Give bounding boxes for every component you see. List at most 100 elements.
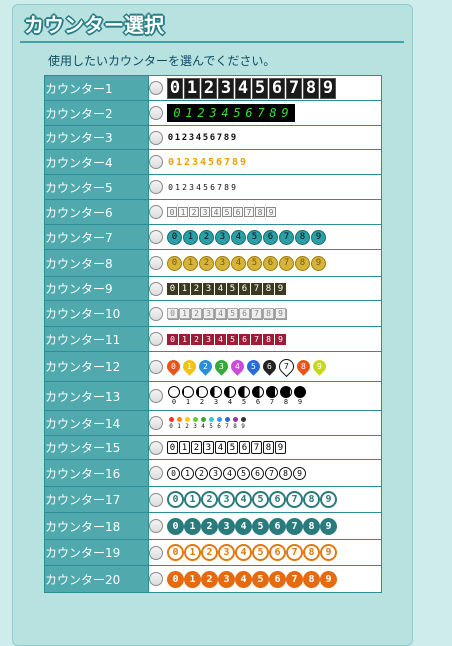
counter-radio[interactable]: [149, 440, 163, 455]
counter-radio[interactable]: [149, 306, 163, 321]
counter-label: カウンター15: [44, 435, 149, 460]
counter-digit: 9: [266, 207, 276, 217]
counter-radio[interactable]: [149, 359, 163, 374]
counter-digit: 5: [247, 255, 262, 271]
counter-radio[interactable]: [149, 205, 163, 219]
counter-digit: 3: [203, 308, 214, 319]
counter-row: カウンター4 0 1 2 3 4 5 6 7 8 9: [44, 149, 382, 175]
counter-digit: 2: [201, 491, 218, 508]
counter-digit: 5: [227, 282, 238, 295]
counter-digit: 4: [235, 77, 251, 99]
counter-radio[interactable]: [149, 106, 163, 120]
counter-option: 0123456789: [148, 174, 382, 200]
counter-preview: 0123456789: [167, 104, 295, 122]
counter-radio[interactable]: [149, 572, 163, 586]
counter-option: 0123456789: [148, 249, 382, 277]
counter-preview: 0123456789: [167, 229, 327, 245]
counter-digit: 9: [320, 77, 336, 99]
title-divider: [20, 41, 404, 43]
counter-digit: 9: [311, 229, 326, 245]
counter-digit: 3: [215, 229, 230, 245]
counter-digit: 0: [167, 570, 184, 588]
counter-digit: 5: [207, 156, 215, 168]
counter-digit: 9: [293, 466, 306, 480]
counter-digit: 8: [303, 77, 319, 99]
counter-digit: 2: [196, 357, 215, 376]
counter-label: カウンター14: [44, 410, 149, 436]
counter-radio[interactable]: [149, 230, 163, 244]
counter-radio[interactable]: [149, 180, 163, 194]
counter-radio[interactable]: [149, 466, 163, 480]
counter-digit: 7: [217, 182, 222, 192]
counter-digit: 2: [182, 182, 187, 192]
counter-digit: 8: [231, 416, 239, 430]
counter-digit: 5: [203, 182, 208, 192]
counter-digit: 2: [183, 416, 191, 430]
counter-row: カウンター2 0 1 2 3 4 5 6 7 8 9: [44, 100, 382, 126]
counter-digit: 2: [201, 517, 218, 535]
counter-digit: 1: [175, 416, 183, 430]
counter-digit: 1: [184, 570, 201, 588]
counter-digit: 7: [244, 207, 254, 217]
counter-digit: 4: [199, 156, 207, 168]
counter-preview: 0123456789: [167, 133, 237, 143]
counter-radio[interactable]: [149, 389, 163, 403]
counter-radio[interactable]: [149, 130, 163, 145]
counter-row: カウンター3 0 1 2 3 4 5 6 7 8 9: [44, 125, 382, 150]
counter-digit: 9: [320, 544, 337, 561]
counter-row: カウンター16 0 1 2 3 4 5 6 7 8 9: [44, 459, 382, 487]
counter-digit: 1: [175, 156, 183, 168]
counter-digit: 1: [178, 207, 188, 217]
counter-option: 0123456789: [148, 300, 382, 327]
counter-row: カウンター5 0 1 2 3 4 5 6 7 8 9: [44, 174, 382, 200]
counter-digit: 8: [263, 282, 274, 295]
counter-digit: 5: [252, 517, 269, 535]
counter-label: カウンター11: [44, 326, 149, 352]
counter-digit: 2: [201, 77, 217, 99]
counter-digit: 6: [209, 132, 216, 143]
counter-digit: 4: [223, 466, 236, 480]
counter-digit: 5: [252, 491, 269, 508]
counter-radio[interactable]: [149, 519, 163, 533]
counter-row: カウンター9 0 1 2 3 4 5 6 7 8 9: [44, 276, 382, 301]
counter-digit: 4: [231, 229, 246, 245]
counter-radio[interactable]: [149, 332, 163, 346]
counter-label: カウンター10: [44, 300, 149, 327]
counter-option: 0123456789: [148, 435, 382, 460]
counter-digit: 3: [191, 156, 199, 168]
counter-preview: 0123456789: [167, 441, 287, 454]
counter-digit: 8: [223, 132, 230, 143]
counter-digit: 7: [251, 308, 262, 319]
counter-digit: 8: [294, 357, 313, 376]
counter-digit: 4: [235, 491, 252, 508]
counter-label: カウンター19: [44, 539, 149, 566]
counter-radio[interactable]: [149, 155, 163, 169]
counter-option: 0123456789: [148, 459, 382, 487]
counter-radio[interactable]: [149, 81, 163, 95]
counter-option: 0123456789: [148, 125, 382, 150]
counter-preview: 0123456789: [167, 544, 337, 561]
counter-row: カウンター19 0 1 2 3 4 5 6 7 8 9: [44, 539, 382, 566]
counter-digit: 9: [311, 255, 326, 271]
counter-digit: 4: [215, 308, 226, 319]
counter-digit: 5: [237, 466, 250, 480]
counter-radio[interactable]: [149, 545, 163, 560]
counter-radio[interactable]: [149, 492, 163, 507]
counter-preview: 0123456789: [167, 416, 247, 430]
counter-digit: 3: [203, 441, 214, 454]
counter-label: カウンター16: [44, 459, 149, 487]
counter-radio[interactable]: [149, 281, 163, 296]
counter-digit: 8: [303, 491, 320, 508]
counter-digit: 2: [199, 255, 214, 271]
counter-digit: 0: [167, 416, 175, 430]
counter-digit: 9: [320, 517, 337, 535]
counter-digit: 7: [286, 544, 303, 561]
counter-radio[interactable]: [149, 256, 163, 270]
counter-digit: 4: [215, 282, 226, 295]
counter-digit: 8: [279, 386, 293, 406]
counter-digit: 1: [179, 282, 190, 295]
counter-digit: 6: [251, 466, 264, 480]
counter-preview: 0123456789: [167, 183, 237, 192]
counter-radio[interactable]: [149, 416, 163, 430]
counter-digit: 5: [244, 357, 263, 376]
